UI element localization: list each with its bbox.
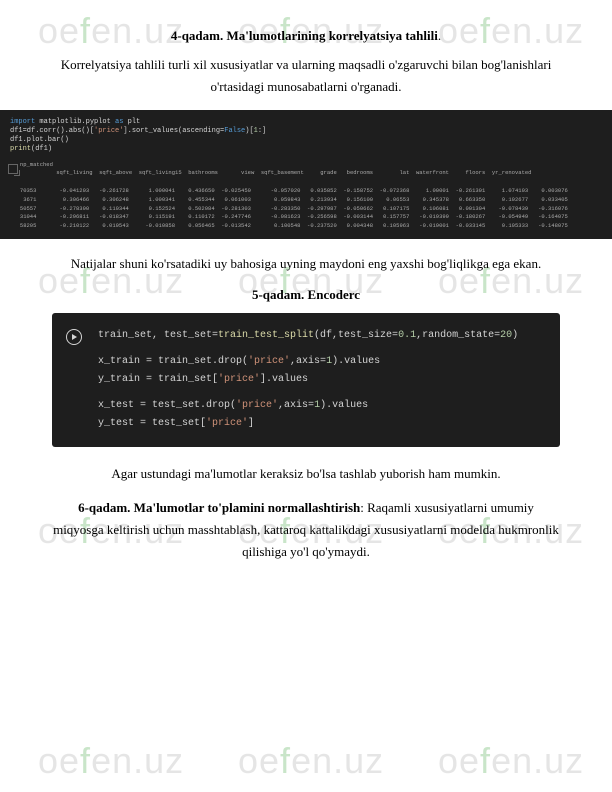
document-body: 4-qadam. Ma'lumotlarining korrelyatsiya … [0, 0, 612, 595]
step6-title-bold: 6-qadam. Ma'lumotlar to'plamini normalla… [78, 500, 360, 515]
step4-paragraph: Korrelyatsiya tahlili turli xil xususiya… [52, 54, 560, 98]
watermark: oefen.uz [238, 740, 384, 782]
step5-title: 5-qadam. Encoderc [252, 287, 360, 302]
step6-paragraph: 6-qadam. Ma'lumotlar to'plamini normalla… [52, 497, 560, 563]
code-line: import matplotlib.pyplot as plt [10, 118, 602, 127]
code-line: y_test = test_set['price'] [98, 415, 542, 433]
code-line: x_test = test_set.drop('price',axis=1).v… [98, 397, 542, 415]
code-block-split: train_set, test_set=train_test_split(df,… [52, 313, 560, 447]
code-block-correlation: import matplotlib.pyplot as plt df1=df.c… [0, 110, 612, 239]
play-icon[interactable] [66, 329, 82, 345]
output-marker-icon [8, 164, 18, 174]
step4-title-bold: 4-qadam. Ma'lumotlarining korrelyatsiya … [171, 28, 438, 43]
code-line: train_set, test_set=train_test_split(df,… [98, 327, 542, 345]
results-paragraph: Natijalar shuni ko'rsatadiki uy bahosiga… [52, 253, 560, 275]
watermark: oefen.uz [438, 740, 584, 782]
code-line: y_train = train_set['price'].values [98, 371, 542, 389]
code-line: df1=df.corr().abs()['price'].sort_values… [10, 127, 602, 136]
code-line: x_train = train_set.drop('price',axis=1)… [98, 353, 542, 371]
step4-title-after: . [438, 28, 441, 43]
correlation-output-table: np_matched sqft_living sqft_above sqft_l… [10, 161, 602, 231]
step5-heading: 5-qadam. Encoderc [52, 287, 560, 303]
after-code2-paragraph: Agar ustundagi ma'lumotlar keraksiz bo'l… [52, 463, 560, 485]
watermark: oefen.uz [38, 740, 184, 782]
step4-heading: 4-qadam. Ma'lumotlarining korrelyatsiya … [52, 28, 560, 44]
code-line: print(df1) [10, 145, 602, 154]
code-line: df1.plot.bar() [10, 136, 602, 145]
